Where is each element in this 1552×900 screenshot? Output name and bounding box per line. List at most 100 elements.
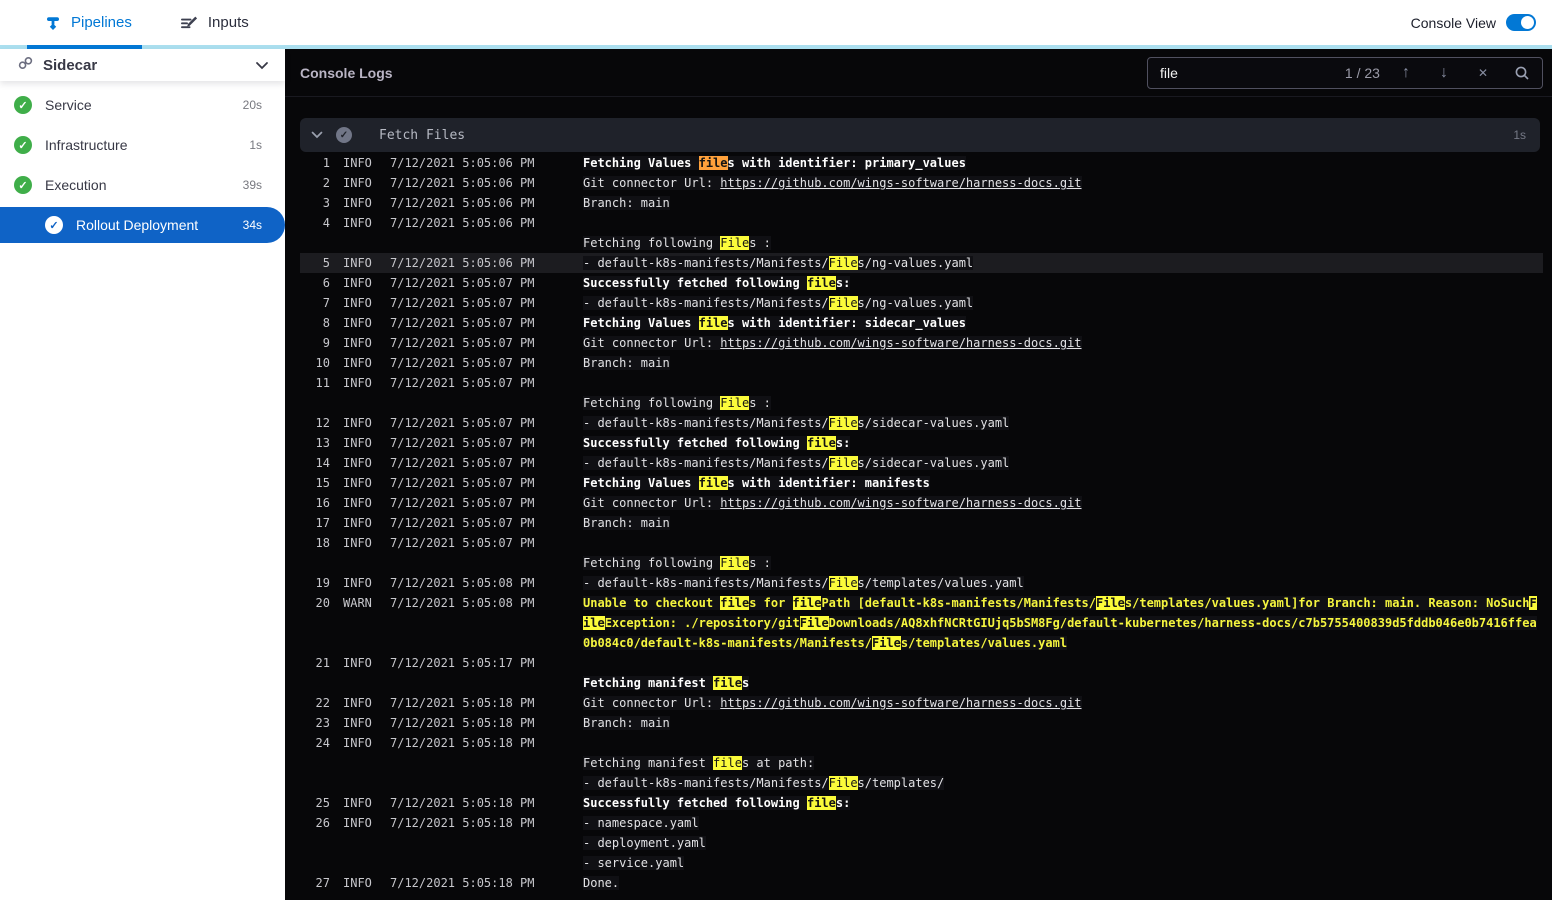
tab-inputs[interactable]: Inputs [180,14,249,31]
log-line-number: 21 [315,656,330,670]
stage-sidebar: Sidecar ✓ Service 20s ✓ Infrastructure 1s ✓ Exe… [0,49,285,900]
log-row[interactable]: 17 INFO 7/12/2021 5:05:07 PM Branch: main [300,513,1543,533]
log-message [583,653,1543,673]
tab-pipelines[interactable]: Pipelines [45,14,132,31]
log-row[interactable]: 23 INFO 7/12/2021 5:05:18 PM Branch: main [300,713,1543,733]
next-match-icon[interactable]: ↓ [1440,64,1448,81]
clear-search-icon[interactable]: ✕ [1478,67,1488,79]
log-message-text: Git connector Url: https://github.com/wi… [583,176,1082,190]
log-text-segment: s/templates/ [857,776,945,790]
log-row[interactable]: 8 INFO 7/12/2021 5:05:07 PM Fetching Values… [300,313,1543,333]
git-url-link[interactable]: https://github.com/wings-software/harnes… [720,176,1081,190]
log-row[interactable]: 0b084c0/default-k8s-manifests/Manifests/… [300,633,1543,653]
log-timestamp: 7/12/2021 5:05:08 PM [390,596,535,610]
step-duration: 34s [242,218,262,232]
log-row[interactable]: Fetching following Files : [300,553,1543,573]
log-message-text: Git connector Url: https://github.com/wi… [583,336,1082,350]
log-row[interactable]: - default-k8s-manifests/Manifests/Files/… [300,773,1543,793]
log-text-segment: s with identifier: primary_values [727,156,966,170]
log-message-text: - default-k8s-manifests/Manifests/Files/… [583,256,974,270]
pipelines-icon [45,15,61,31]
log-row[interactable]: 22 INFO 7/12/2021 5:05:18 PM Git connector … [300,693,1543,713]
sidebar-item-service[interactable]: ✓ Service 20s [0,85,285,125]
log-timestamp: 7/12/2021 5:05:06 PM [390,176,535,190]
sidebar-item-rollout-deployment[interactable]: ✓ Rollout Deployment 34s [0,207,285,243]
log-row[interactable]: Fetching following Files : [300,393,1543,413]
log-row[interactable]: 7 INFO 7/12/2021 5:05:07 PM - default-k8s-m… [300,293,1543,313]
log-level [330,673,390,693]
log-level: INFO [343,156,372,170]
log-row[interactable]: 11 INFO 7/12/2021 5:05:07 PM [300,373,1543,393]
log-level: INFO [343,356,372,370]
section-title: Fetch Files [379,127,466,143]
log-row[interactable]: Fetching manifest files at path: [300,753,1543,773]
link-icon [18,56,33,75]
log-row[interactable]: 24 INFO 7/12/2021 5:05:18 PM [300,733,1543,753]
sidebar-item-execution[interactable]: ✓ Execution 39s [0,165,285,205]
log-row[interactable]: 18 INFO 7/12/2021 5:05:07 PM [300,533,1543,553]
log-row[interactable]: 1 INFO 7/12/2021 5:05:06 PM Fetching Values… [300,153,1543,173]
log-line-number: 22 [315,696,330,710]
console-view-toggle[interactable] [1506,14,1536,31]
log-line-number: 11 [315,376,330,390]
log-row[interactable]: ileException: ./repository/gitFileDownlo… [300,613,1543,633]
log-message-text: Branch: main [583,196,670,210]
log-line-number [300,553,330,573]
log-timestamp [390,633,583,653]
log-search-box[interactable]: 1 / 23 ↑ ↓ ✕ [1147,56,1543,89]
log-row[interactable]: - service.yaml [300,853,1543,873]
log-line-number [300,833,330,853]
log-level [330,233,390,253]
log-row[interactable]: 19 INFO 7/12/2021 5:05:08 PM - default-k8s-… [300,573,1543,593]
log-row[interactable]: Fetching following Files : [300,233,1543,253]
log-text-segment: Fetching manifest [583,676,714,690]
success-check-icon: ✓ [45,216,63,234]
tab-pipelines-label: Pipelines [71,14,132,31]
tab-inputs-label: Inputs [207,14,249,31]
log-line-number [300,233,330,253]
log-row[interactable]: Fetching manifest files [300,673,1543,693]
log-row[interactable]: 20 WARN 7/12/2021 5:05:08 PM Unable to chec… [300,593,1543,613]
search-match-highlight: File [828,296,858,310]
chevron-down-icon[interactable] [255,61,269,70]
log-row[interactable]: 26 INFO 7/12/2021 5:05:18 PM - namespace.ya… [300,813,1543,833]
git-url-link[interactable]: https://github.com/wings-software/harnes… [720,496,1081,510]
previous-match-icon[interactable]: ↑ [1402,64,1410,81]
log-row[interactable]: 12 INFO 7/12/2021 5:05:07 PM - default-k8s-… [300,413,1543,433]
log-row[interactable]: 4 INFO 7/12/2021 5:05:06 PM [300,213,1543,233]
log-text-segment: Path [default-k8s-manifests/Manifests/ [821,596,1096,610]
log-row[interactable]: 9 INFO 7/12/2021 5:05:07 PM Git connector U… [300,333,1543,353]
log-row[interactable]: 6 INFO 7/12/2021 5:05:07 PM Successfully fe… [300,273,1543,293]
git-url-link[interactable]: https://github.com/wings-software/harnes… [720,696,1081,710]
log-timestamp: 7/12/2021 5:05:17 PM [390,656,535,670]
git-url-link[interactable]: https://github.com/wings-software/harnes… [720,336,1081,350]
section-collapse-icon[interactable] [311,131,323,139]
log-row[interactable]: 5 INFO 7/12/2021 5:05:06 PM - default-k8s-m… [300,253,1543,273]
log-level [330,773,390,793]
search-input[interactable] [1160,64,1345,81]
log-level [330,753,390,773]
log-row[interactable]: 15 INFO 7/12/2021 5:05:07 PM Fetching Value… [300,473,1543,493]
log-row[interactable]: 27 INFO 7/12/2021 5:05:18 PM Done. [300,873,1543,893]
log-row[interactable]: 25 INFO 7/12/2021 5:05:18 PM Successfully f… [300,793,1543,813]
log-line-number: 16 [315,496,330,510]
log-row[interactable]: 14 INFO 7/12/2021 5:05:07 PM - default-k8s-… [300,453,1543,473]
log-row[interactable]: 13 INFO 7/12/2021 5:05:07 PM Successfully f… [300,433,1543,453]
log-line-number: 6 [322,276,330,290]
log-line-number: 9 [322,336,330,350]
sidebar-item-infrastructure[interactable]: ✓ Infrastructure 1s [0,125,285,165]
log-level: INFO [343,336,372,350]
sidebar-items: ✓ Service 20s ✓ Infrastructure 1s ✓ Execution 39… [0,81,285,243]
log-row[interactable]: 16 INFO 7/12/2021 5:05:07 PM Git connector … [300,493,1543,513]
search-icon[interactable] [1514,65,1530,81]
stage-header[interactable]: Sidecar [0,49,285,81]
log-row[interactable]: 2 INFO 7/12/2021 5:05:06 PM Git connector U… [300,173,1543,193]
log-row[interactable]: 10 INFO 7/12/2021 5:05:07 PM Branch: main [300,353,1543,373]
log-row[interactable]: 3 INFO 7/12/2021 5:05:06 PM Branch: main [300,193,1543,213]
log-message: Fetching Values files with identifier: p… [583,153,1543,173]
log-text-segment: s : [749,236,771,250]
step-duration: 39s [242,178,262,192]
log-section-header[interactable]: ✓ Fetch Files 1s [300,118,1540,152]
log-row[interactable]: - deployment.yaml [300,833,1543,853]
log-row[interactable]: 21 INFO 7/12/2021 5:05:17 PM [300,653,1543,673]
